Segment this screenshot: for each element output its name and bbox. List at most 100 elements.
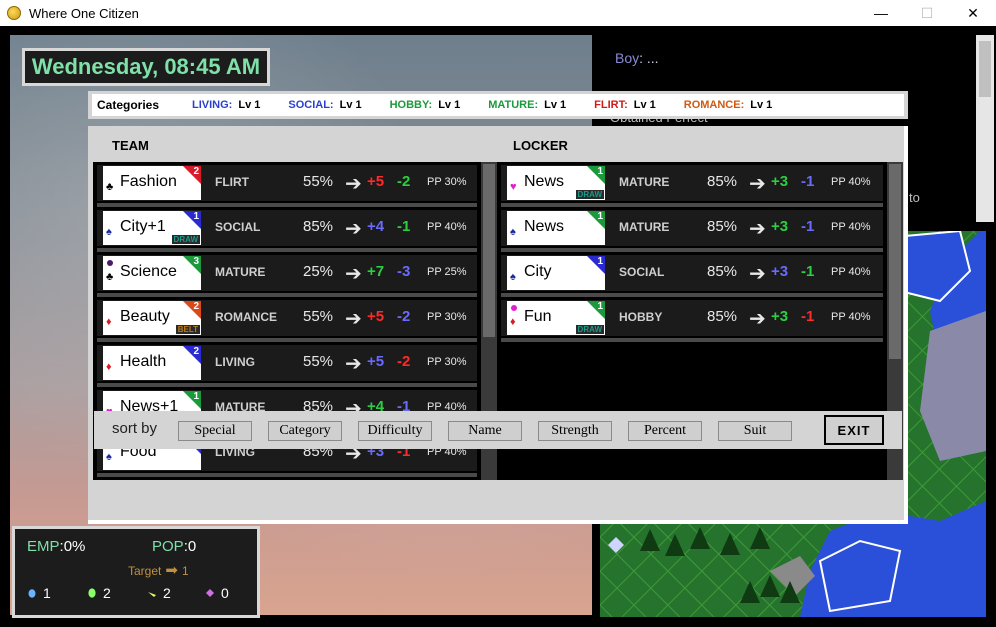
maximize-button[interactable]: ☐ [904,0,950,26]
card-suit-icon: ♠ [106,451,112,463]
category-flirt: FLIRT: Lv 1 [594,99,656,111]
sort-special-button[interactable]: Special [178,421,252,441]
sort-percent-button[interactable]: Percent [628,421,702,441]
card-row[interactable]: ♠ City+1 1 DRAW SOCIAL 85% ➔ +4 -1 PP 40% [97,210,477,252]
card-suit-icon: ♣ [106,181,114,193]
leaf-icon [148,592,156,597]
resource-blue: 1 [27,585,51,601]
arrow-right-icon: ➔ [345,263,362,285]
card-gain: +3 [771,173,789,190]
emp-stat: EMP:0% [27,538,86,555]
card-tag: DRAW [575,190,604,199]
category-name: FLIRT: [594,99,628,111]
sort-suit-button[interactable]: Suit [718,421,792,441]
minimize-button[interactable]: — [858,0,904,26]
card-row[interactable]: ♦ Health 2 LIVING 55% ➔ +5 -2 PP 30% [97,345,477,387]
arrow-right-icon: ➔ [345,308,362,330]
card-row[interactable]: ♦ Beauty 2 BELT ROMANCE 55% ➔ +5 -2 PP 30% [97,300,477,342]
category-living: LIVING: Lv 1 [192,99,260,111]
card-percent: 85% [707,173,738,190]
card-gain: +3 [771,263,789,280]
card[interactable]: ♦ Health 2 [103,346,201,380]
category-name: MATURE: [488,99,539,111]
card-row[interactable]: ♠ News 1 MATURE 85% ➔ +3 -1 PP 40% [501,210,883,252]
card-category: ROMANCE [215,310,277,324]
resource-leaf: 2 [147,585,171,601]
resource-value: 1 [43,585,51,601]
team-scroll-thumb[interactable] [483,164,495,337]
pink-gem-icon [206,589,214,597]
green-egg-icon [88,588,96,598]
card-loss: -1 [801,308,815,325]
card-difficulty: 2 [193,346,199,357]
sort-name-button[interactable]: Name [448,421,522,441]
resource-value: 2 [103,585,111,601]
card-loss: -1 [397,218,411,235]
locker-scroll-thumb[interactable] [889,164,901,359]
card-difficulty: 1 [193,391,199,402]
category-social: SOCIAL: Lv 1 [288,99,361,111]
dialog-text: : ... [639,50,659,66]
category-romance: ROMANCE: Lv 1 [684,99,773,111]
close-button[interactable]: ✕ [950,0,996,26]
card[interactable]: ♠ City 1 [507,256,605,290]
card-gain: +7 [367,263,385,280]
arrow-right-icon: ➔ [749,263,766,285]
card-pp: PP 40% [831,176,871,188]
card-gain: +5 [367,308,385,325]
card-row[interactable]: ♣ Fashion 2 FLIRT 55% ➔ +5 -2 PP 30% [97,165,477,207]
blue-drop-icon [28,589,36,598]
arrow-right-icon: ➔ [345,353,362,375]
resource-value: 0 [221,585,229,601]
sort-category-button[interactable]: Category [268,421,342,441]
target-arrow-icon: ➡ [165,562,178,579]
card-loss: -1 [801,218,815,235]
card[interactable]: ♣ Science 3 [103,256,201,290]
card[interactable]: ♦ Beauty 2 BELT [103,301,201,335]
exit-button[interactable]: EXIT [824,415,884,445]
arrow-right-icon: ➔ [749,218,766,240]
card[interactable]: ♠ News 1 [507,211,605,245]
card-difficulty: 3 [193,256,199,267]
card-suit-icon: ♠ [106,226,112,238]
sort-difficulty-button[interactable]: Difficulty [358,421,432,441]
card[interactable]: ♦ Fun 1 DRAW [507,301,605,335]
card-pp: PP 40% [831,221,871,233]
card-name: News [524,218,565,235]
category-name: ROMANCE: [683,99,745,111]
card-percent: 55% [303,308,334,325]
card-gain: +4 [367,218,385,235]
categories-title: Categories [97,98,160,112]
card-row[interactable]: ♣ Science 3 MATURE 25% ➔ +7 -3 PP 25% [97,255,477,297]
card-category: HOBBY [619,310,663,324]
card-row[interactable]: ♦ Fun 1 DRAW HOBBY 85% ➔ +3 -1 PP 40% [501,300,883,342]
card-row[interactable]: ♥ News 1 DRAW MATURE 85% ➔ +3 -1 PP 40% [501,165,883,207]
target-readout: Target ➡ 1 [128,561,189,579]
card-pp: PP 30% [427,311,467,323]
card-row[interactable]: ♠ City 1 SOCIAL 85% ➔ +3 -1 PP 40% [501,255,883,297]
card[interactable]: ♣ Fashion 2 [103,166,201,200]
card-name: Fun [524,308,552,325]
category-level: Lv 1 [633,99,656,111]
card-difficulty: 2 [193,166,199,177]
card-category: SOCIAL [215,220,261,234]
dialog-line: Boy: ... [615,50,659,66]
card-percent: 85% [707,263,738,280]
dialog-scroll-thumb[interactable] [979,41,991,97]
dialog-scrollbar[interactable] [976,35,994,222]
title-bar: Where One Citizen — ☐ ✕ [0,0,996,26]
target-value: 1 [181,564,189,578]
card-suit-icon: ♦ [510,316,516,328]
arrow-right-icon: ➔ [345,218,362,240]
card-loss: -2 [397,353,411,370]
sort-strength-button[interactable]: Strength [538,421,612,441]
category-name: LIVING: [192,99,233,111]
app-icon [7,6,21,20]
card-gain: +5 [367,173,385,190]
card[interactable]: ♠ City+1 1 DRAW [103,211,201,245]
card-loss: -3 [397,263,411,280]
card-tag: BELT [175,325,200,334]
category-level: Lv 1 [438,99,461,111]
card[interactable]: ♥ News 1 DRAW [507,166,605,200]
card-percent: 85% [707,308,738,325]
